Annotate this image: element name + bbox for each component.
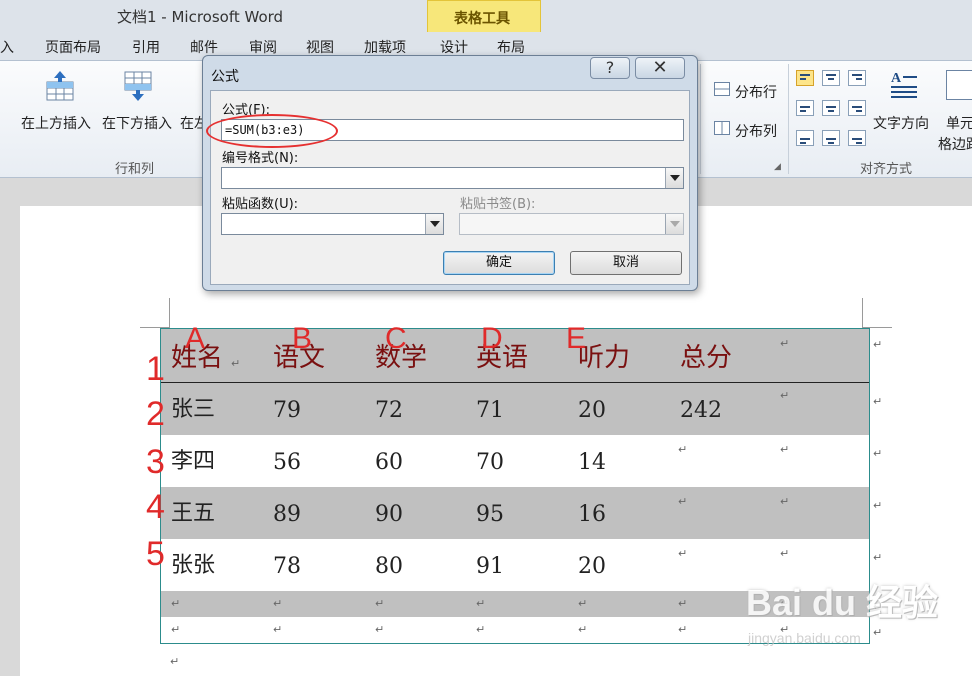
formula-dialog: 公式 ? ✕ 公式(F): =SUM(b3:e3) 编号格式(N): 粘贴函数(… <box>202 55 698 291</box>
align-top-left-button[interactable] <box>796 70 814 86</box>
help-icon[interactable]: ? <box>590 57 630 79</box>
paste-bookmark-label: 粘贴书签(B): <box>460 197 536 212</box>
alignment-group-label: 对齐方式 <box>860 162 913 177</box>
watermark-url: jingyan.baidu.com <box>748 630 861 646</box>
distribute-rows-label[interactable]: 分布行 <box>735 82 777 102</box>
paste-function-label: 粘贴函数(U): <box>222 197 299 212</box>
table-row: 王五 89 90 95 16 ↵ ↵ <box>161 487 869 539</box>
table-tools-label: 表格工具 <box>454 11 510 27</box>
column-letter-d: D <box>481 322 503 355</box>
window-title: 文档1 - Microsoft Word <box>117 8 284 26</box>
align-bottom-right-button[interactable] <box>848 130 866 146</box>
text-direction-label[interactable]: 文字方向 <box>873 113 929 133</box>
distribute-cols-label[interactable]: 分布列 <box>735 121 777 141</box>
align-bottom-left-button[interactable] <box>796 130 814 146</box>
tab-page-layout[interactable]: 页面布局 <box>45 37 101 57</box>
baidu-watermark: Bai du 经验 jingyan.baidu.com <box>746 568 956 658</box>
tab-view[interactable]: 视图 <box>306 37 334 57</box>
ok-button[interactable]: 确定 <box>443 251 555 275</box>
row-number-2: 2 <box>146 395 165 433</box>
row-number-4: 4 <box>146 488 165 526</box>
rows-cols-group-label: 行和列 <box>115 162 155 177</box>
tab-mailings[interactable]: 邮件 <box>190 37 218 57</box>
cell-margins-icon[interactable] <box>946 70 972 100</box>
table-tools-header: 表格工具 <box>427 0 541 32</box>
tab-insert[interactable]: 入 <box>0 37 14 57</box>
row-number-1: 1 <box>146 350 165 388</box>
tab-design[interactable]: 设计 <box>440 37 468 57</box>
column-letter-c: C <box>385 322 407 355</box>
number-format-label: 编号格式(N): <box>222 151 299 166</box>
align-top-right-button[interactable] <box>848 70 866 86</box>
tab-addins[interactable]: 加载项 <box>364 37 406 57</box>
insert-below-icon[interactable] <box>122 70 154 101</box>
svg-text:A: A <box>891 71 902 86</box>
row-number-5: 5 <box>146 535 165 573</box>
column-letter-b: B <box>292 322 313 355</box>
cell-margins-label-1[interactable]: 单元 <box>946 113 972 133</box>
dialog-launcher-icon[interactable]: ◢ <box>774 162 781 172</box>
insert-above-icon[interactable] <box>44 70 76 101</box>
cancel-button[interactable]: 取消 <box>570 251 682 275</box>
insert-below-label[interactable]: 在下方插入 <box>102 113 172 133</box>
table-row: 李四 56 60 70 14 ↵ ↵ <box>171 443 790 475</box>
tab-review[interactable]: 审阅 <box>249 37 277 57</box>
column-letter-e: E <box>566 322 587 355</box>
watermark-logo: Bai du 经验 <box>746 582 939 623</box>
distribute-cols-icon[interactable] <box>714 121 730 135</box>
highlight-ellipse <box>206 114 338 148</box>
header-total: 总分 <box>680 343 733 373</box>
text-direction-icon[interactable]: A <box>888 68 920 98</box>
table-header-row: 姓名 ↵ 语文 数学 英语 听力 总分 ↵ <box>161 329 869 383</box>
align-middle-center-button[interactable] <box>822 100 840 116</box>
align-middle-left-button[interactable] <box>796 100 814 116</box>
cell-margins-label-2[interactable]: 格边距 <box>938 134 972 154</box>
ribbon-separator <box>788 64 789 174</box>
table-row: 张三 79 72 71 20 242 ↵ <box>161 383 869 435</box>
paste-bookmark-select <box>459 213 684 235</box>
align-bottom-center-button[interactable] <box>822 130 840 146</box>
ribbon-separator <box>700 64 701 174</box>
crop-mark <box>862 298 863 328</box>
chevron-down-icon <box>665 214 683 234</box>
dialog-title: 公式 <box>211 69 239 85</box>
distribute-rows-icon[interactable] <box>714 82 730 96</box>
number-format-select[interactable] <box>221 167 684 189</box>
close-icon[interactable]: ✕ <box>635 57 685 79</box>
tab-references[interactable]: 引用 <box>132 37 160 57</box>
align-top-center-button[interactable] <box>822 70 840 86</box>
tab-layout[interactable]: 布局 <box>497 37 525 57</box>
paste-function-select[interactable] <box>221 213 444 235</box>
chevron-down-icon[interactable] <box>665 168 683 188</box>
column-letter-a: A <box>185 322 206 355</box>
insert-above-label[interactable]: 在上方插入 <box>21 113 91 133</box>
crop-mark <box>169 298 170 328</box>
chevron-down-icon[interactable] <box>425 214 443 234</box>
row-number-3: 3 <box>146 443 165 481</box>
align-middle-right-button[interactable] <box>848 100 866 116</box>
